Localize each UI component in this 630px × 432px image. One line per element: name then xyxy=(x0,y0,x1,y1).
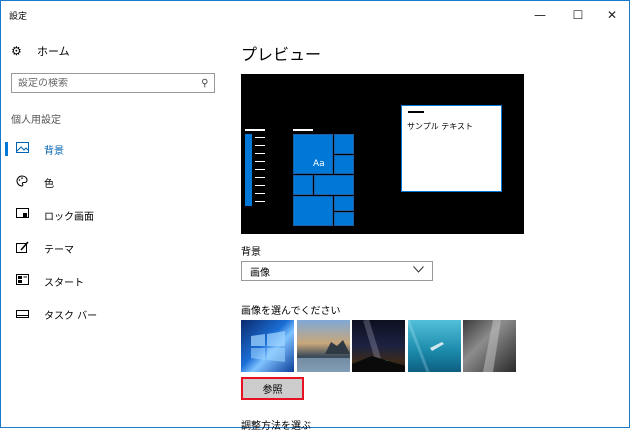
preview-tile xyxy=(334,196,354,211)
theme-icon xyxy=(14,241,30,256)
thumbnail-underwater[interactable] xyxy=(406,319,461,373)
preview-sample-text: サンプル テキスト xyxy=(407,122,474,131)
sidebar-item-theme[interactable]: テーマ xyxy=(1,236,231,260)
preview-list-line xyxy=(255,201,265,202)
preview-window: サンプル テキスト xyxy=(401,105,502,192)
preview-list-line xyxy=(255,161,265,162)
sidebar-item-background[interactable]: 背景 xyxy=(1,137,231,161)
settings-window: 設定 — ☐ ✕ ⚙ ホーム ⚲ 個人用設定 背景 色 xyxy=(0,0,630,432)
preview-tile xyxy=(334,134,354,154)
preview-list-line xyxy=(255,185,265,186)
thumbnail-windows-hero[interactable] xyxy=(241,320,294,372)
sidebar-item-label: ロック画面 xyxy=(44,211,94,223)
preview-menu-bar xyxy=(245,129,265,131)
preview-list-line xyxy=(255,145,265,146)
section-label: 個人用設定 xyxy=(11,115,61,126)
preview-app-column xyxy=(245,134,252,206)
active-indicator xyxy=(5,142,8,156)
sidebar-item-label: 背景 xyxy=(44,145,64,157)
preview-tile-text: Aa xyxy=(313,159,325,169)
browse-button[interactable]: 参照 xyxy=(241,377,304,400)
taskbar-icon xyxy=(14,308,30,321)
picture-icon xyxy=(14,142,30,156)
thumbnail-rock-cliff[interactable] xyxy=(463,320,516,372)
preview-list-line xyxy=(255,193,265,194)
close-button[interactable]: ✕ xyxy=(595,1,629,29)
close-icon: ✕ xyxy=(606,8,618,22)
background-label: 背景 xyxy=(241,247,261,258)
preview-window-titlebar xyxy=(408,111,424,113)
main-content: プレビュー Aa サンプル テキスト 背景 画像 画像を選んでください 参照 調… xyxy=(241,29,626,432)
preview-list-line xyxy=(255,137,265,138)
page-title: プレビュー xyxy=(241,45,322,64)
desktop-preview: Aa サンプル テキスト xyxy=(241,74,524,234)
home-label: ホーム xyxy=(37,45,70,58)
maximize-button[interactable]: ☐ xyxy=(561,1,595,29)
preview-tile xyxy=(293,175,313,195)
thumbnail-beach[interactable] xyxy=(297,320,350,372)
preview-list-line xyxy=(255,169,265,170)
home-link[interactable]: ⚙ ホーム xyxy=(11,43,70,59)
title-bar: 設定 — ☐ ✕ xyxy=(1,1,629,29)
sidebar-item-lock-screen[interactable]: ロック画面 xyxy=(1,203,231,227)
choose-picture-label: 画像を選んでください xyxy=(241,306,341,317)
search-icon[interactable]: ⚲ xyxy=(201,78,208,89)
sidebar-item-label: スタート xyxy=(44,277,84,289)
preview-tile xyxy=(293,196,333,226)
search-box[interactable]: ⚲ xyxy=(11,73,215,93)
sidebar-item-color[interactable]: 色 xyxy=(1,170,231,194)
chevron-down-icon xyxy=(413,266,424,276)
maximize-icon: ☐ xyxy=(572,8,584,22)
sidebar-item-label: テーマ xyxy=(44,244,74,256)
preview-tile-large: Aa xyxy=(293,134,333,174)
sidebar-item-start[interactable]: スタート xyxy=(1,269,231,293)
sidebar: ⚙ ホーム ⚲ 個人用設定 背景 色 ロック画面 xyxy=(1,29,231,427)
minimize-button[interactable]: — xyxy=(523,1,557,29)
search-input[interactable] xyxy=(18,77,201,89)
window-title: 設定 xyxy=(9,12,28,22)
lock-screen-icon xyxy=(14,208,30,222)
dropdown-value: 画像 xyxy=(250,267,270,279)
sidebar-item-label: タスク バー xyxy=(44,310,98,322)
background-type-dropdown[interactable]: 画像 xyxy=(241,261,433,281)
preview-list-line xyxy=(255,177,265,178)
start-icon xyxy=(14,274,30,288)
palette-icon xyxy=(14,174,30,190)
sidebar-item-label: 色 xyxy=(44,178,54,190)
minimize-icon: — xyxy=(534,8,546,22)
choose-fit-label: 調整方法を選ぶ xyxy=(241,421,311,432)
preview-list-line xyxy=(255,153,265,154)
sidebar-item-taskbar[interactable]: タスク バー xyxy=(1,302,231,326)
preview-tile xyxy=(334,155,354,174)
preview-tile xyxy=(314,175,354,195)
thumbnail-night-sky[interactable] xyxy=(352,319,405,373)
preview-menu-bar xyxy=(293,129,313,131)
preview-tile xyxy=(334,212,354,226)
gear-icon: ⚙ xyxy=(11,44,22,58)
